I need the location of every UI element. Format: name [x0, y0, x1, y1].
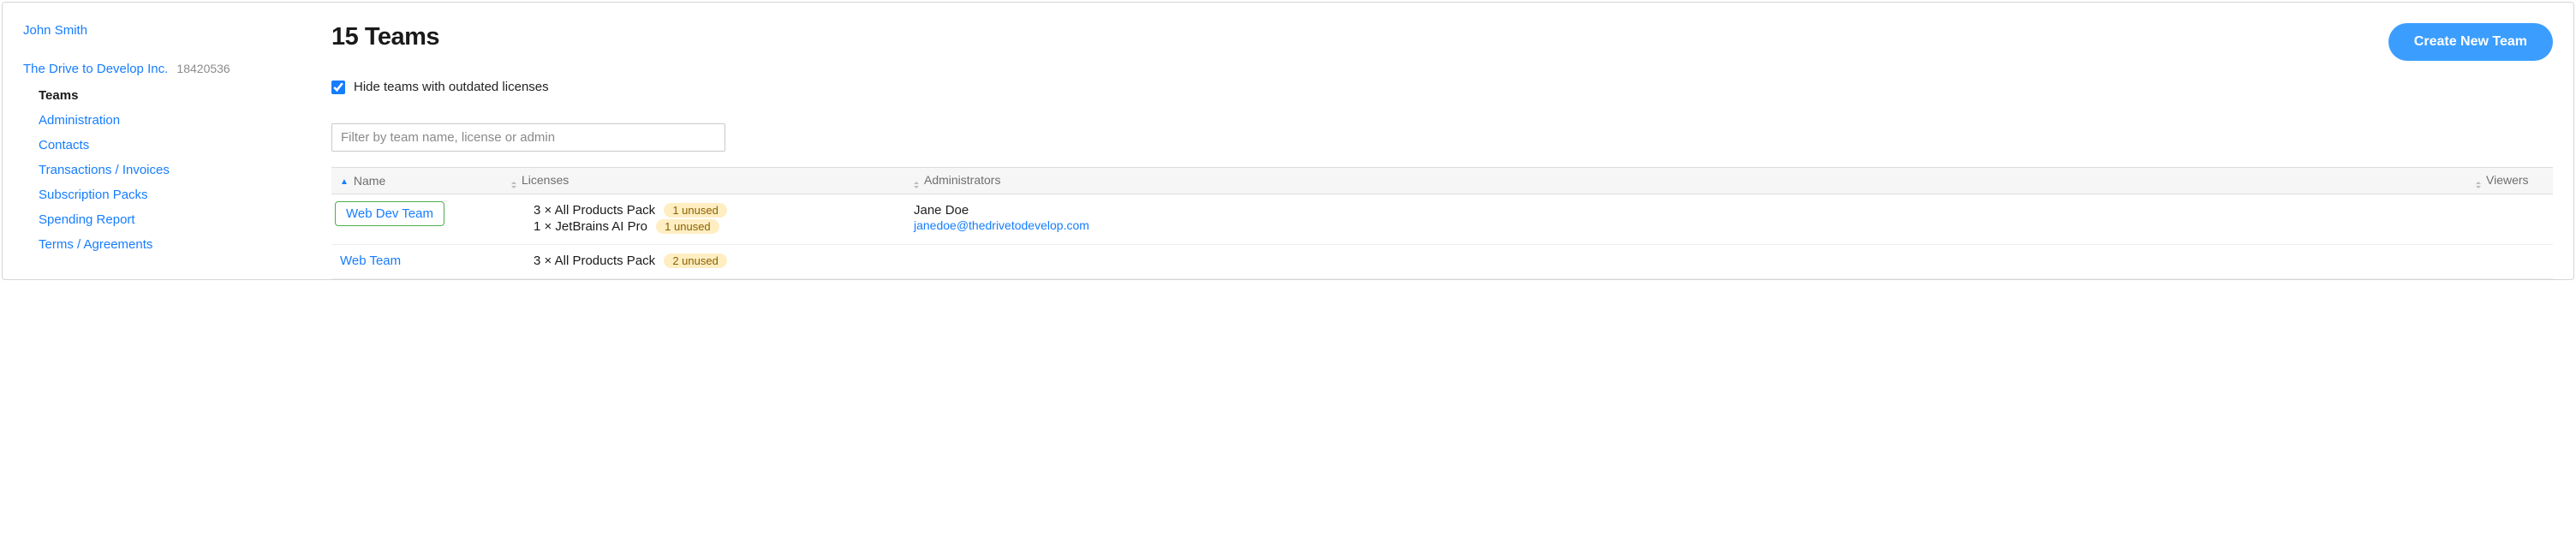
hide-outdated-row: Hide teams with outdated licenses	[331, 80, 2553, 94]
admin-email[interactable]: janedoe@thedrivetodevelop.com	[914, 218, 2459, 232]
nav-item-terms[interactable]: Terms / Agreements	[39, 237, 314, 252]
nav-item-subscription-packs[interactable]: Subscription Packs	[39, 188, 314, 202]
team-link[interactable]: Web Team	[340, 254, 401, 268]
hide-outdated-checkbox[interactable]	[331, 81, 345, 94]
col-licenses[interactable]: Licenses	[503, 168, 905, 194]
sidebar: John Smith The Drive to Develop Inc. 184…	[23, 23, 314, 279]
table-row: Web Dev Team 3 × All Products Pack 1 unu…	[331, 194, 2553, 245]
main: 15 Teams Create New Team Hide teams with…	[331, 23, 2553, 279]
main-header: 15 Teams Create New Team	[331, 23, 2553, 61]
unused-badge: 2 unused	[664, 254, 727, 268]
table-header-row: ▲ Name Licenses Administrators Viewers	[331, 168, 2553, 194]
nav-item-teams[interactable]: Teams	[39, 88, 314, 103]
unused-badge: 1 unused	[664, 203, 727, 218]
license-line: 3 × All Products Pack 1 unused	[511, 203, 897, 218]
page: John Smith The Drive to Develop Inc. 184…	[2, 2, 2574, 280]
teams-table: ▲ Name Licenses Administrators Viewers	[331, 167, 2553, 279]
nav-item-contacts[interactable]: Contacts	[39, 138, 314, 152]
license-line: 1 × JetBrains AI Pro 1 unused	[511, 219, 897, 234]
col-viewers-label: Viewers	[2486, 173, 2529, 187]
table-row: Web Team 3 × All Products Pack 2 unused	[331, 245, 2553, 279]
user-link[interactable]: John Smith	[23, 23, 87, 38]
org-id: 18420536	[176, 62, 230, 75]
col-name[interactable]: ▲ Name	[331, 168, 503, 194]
license-text: 3 × All Products Pack	[534, 203, 655, 218]
col-administrators[interactable]: Administrators	[905, 168, 2467, 194]
license-text: 3 × All Products Pack	[534, 254, 655, 268]
sort-icon	[914, 182, 919, 188]
col-viewers[interactable]: Viewers	[2467, 168, 2553, 194]
admin-name: Jane Doe	[914, 203, 969, 218]
nav-item-administration[interactable]: Administration	[39, 113, 314, 128]
nav-item-transactions[interactable]: Transactions / Invoices	[39, 163, 314, 177]
hide-outdated-label[interactable]: Hide teams with outdated licenses	[354, 80, 549, 94]
team-link[interactable]: Web Dev Team	[335, 201, 444, 226]
sort-icon	[511, 182, 516, 188]
col-admins-label: Administrators	[924, 173, 1000, 187]
nav: Teams Administration Contacts Transactio…	[23, 88, 314, 252]
org-link[interactable]: The Drive to Develop Inc.	[23, 62, 168, 76]
unused-badge: 1 unused	[656, 219, 719, 234]
col-name-label: Name	[354, 174, 385, 188]
col-licenses-label: Licenses	[522, 173, 569, 187]
nav-item-spending-report[interactable]: Spending Report	[39, 212, 314, 227]
filter-input[interactable]	[331, 123, 725, 152]
sort-asc-icon: ▲	[340, 177, 349, 187]
create-new-team-button[interactable]: Create New Team	[2388, 23, 2553, 61]
license-text: 1 × JetBrains AI Pro	[534, 219, 647, 234]
page-title: 15 Teams	[331, 23, 439, 51]
license-line: 3 × All Products Pack 2 unused	[511, 254, 897, 268]
sort-icon	[2476, 182, 2481, 188]
org-row: The Drive to Develop Inc. 18420536	[23, 62, 314, 76]
